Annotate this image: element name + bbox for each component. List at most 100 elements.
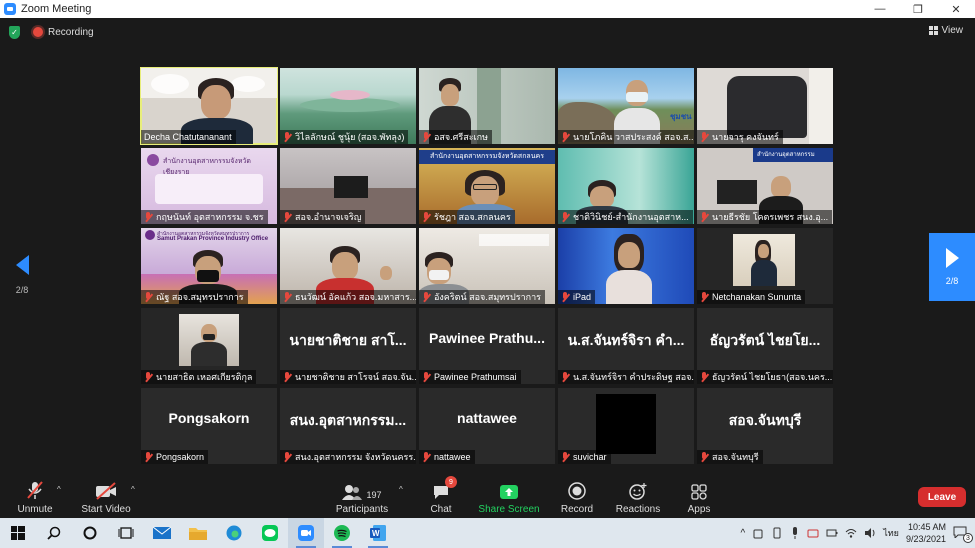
muted-mic-icon bbox=[561, 452, 569, 462]
svg-text:W: W bbox=[372, 529, 380, 538]
cortana-button[interactable] bbox=[72, 518, 108, 548]
task-view-button[interactable] bbox=[108, 518, 144, 548]
participant-tile[interactable]: nattawee nattawee bbox=[419, 388, 555, 464]
muted-mic-icon bbox=[561, 132, 569, 142]
participant-display-name: ธัญวรัตน์ ไชยโย... bbox=[709, 332, 821, 348]
muted-mic-icon bbox=[700, 292, 708, 302]
record-button[interactable]: Record bbox=[558, 480, 596, 515]
window-title: Zoom Meeting bbox=[21, 3, 92, 15]
participant-tile[interactable]: นายชาติชาย สาโ... นายชาติชาย สาโรจน์ สอจ… bbox=[280, 308, 416, 384]
taskbar-line[interactable] bbox=[252, 518, 288, 548]
minimize-button[interactable]: — bbox=[861, 0, 899, 18]
system-tray: ^ ไทย 10:45 AM 9/23/2021 3 bbox=[741, 518, 975, 548]
participant-name-label: Pongsakorn bbox=[141, 450, 209, 464]
next-page-button[interactable]: 2/8 bbox=[929, 233, 975, 301]
view-button[interactable]: View bbox=[928, 25, 963, 36]
participant-tile[interactable]: ธัญวรัตน์ ไชยโย... ธัญวรัตน์ ไชยโยธา(สอจ… bbox=[697, 308, 833, 384]
taskbar-word[interactable]: W bbox=[360, 518, 396, 548]
start-video-button[interactable]: Start Video bbox=[78, 480, 134, 515]
windows-start-button[interactable] bbox=[0, 518, 36, 548]
volume-icon[interactable] bbox=[864, 527, 876, 539]
page-indicator-right: 2/8 bbox=[945, 276, 959, 286]
meeting-toolbar: Unmute ^ Start Video ^ 197 Participants … bbox=[0, 474, 975, 518]
participant-tile[interactable]: Decha Chatutananant bbox=[140, 67, 278, 145]
previous-page-button[interactable]: 2/8 bbox=[10, 255, 34, 295]
participant-tile[interactable]: นายสาธิต เหอศเกียรติกุล bbox=[141, 308, 277, 384]
participant-tile[interactable]: อสจ.ศรีสะเกษ bbox=[419, 68, 555, 144]
taskbar-zoom[interactable] bbox=[288, 518, 324, 548]
maximize-button[interactable]: ❐ bbox=[899, 0, 937, 18]
unmute-button[interactable]: Unmute bbox=[16, 480, 54, 515]
onedrive-icon[interactable] bbox=[752, 527, 764, 539]
taskbar-edge[interactable] bbox=[216, 518, 252, 548]
participant-tile[interactable]: สำนักงานอุตสาหกรรมจังหวัดเชียงราย กฤษนัน… bbox=[141, 148, 277, 224]
muted-mic-icon bbox=[144, 212, 152, 222]
reactions-label: Reactions bbox=[615, 504, 661, 515]
participant-name-label: นายธีรชัย โคตรเพชร สนง.อุ... bbox=[697, 210, 833, 224]
reactions-button[interactable]: Reactions bbox=[612, 480, 664, 515]
clock-time: 10:45 AM bbox=[907, 522, 946, 532]
participant-display-name: น.ส.จันทร์จิรา คำ... bbox=[567, 332, 685, 348]
participant-tile[interactable]: Pongsakorn Pongsakorn bbox=[141, 388, 277, 464]
participant-tile[interactable]: iPad bbox=[558, 228, 694, 304]
taskbar-spotify[interactable] bbox=[324, 518, 360, 548]
participant-tile[interactable]: สำนักงานอุตสาหกรรมจังหวัดสกลนคร รัชฎา สอ… bbox=[419, 148, 555, 224]
taskbar-file-explorer[interactable] bbox=[180, 518, 216, 548]
banner-text: ชุมชน bbox=[670, 112, 692, 121]
leave-meeting-button[interactable]: Leave bbox=[918, 487, 966, 507]
muted-mic-icon bbox=[144, 292, 152, 302]
mail-icon bbox=[153, 526, 171, 539]
participant-tile[interactable]: สอจ.อำนาจเจริญ bbox=[280, 148, 416, 224]
notification-center-button[interactable]: 3 bbox=[953, 526, 973, 543]
participants-button[interactable]: 197 Participants bbox=[334, 480, 390, 515]
participant-tile[interactable]: Pawinee Prathu... Pawinee Prathumsai bbox=[419, 308, 555, 384]
share-screen-button[interactable]: Share Screen bbox=[478, 480, 540, 515]
close-button[interactable]: ✕ bbox=[937, 0, 975, 18]
battery-icon[interactable] bbox=[826, 527, 838, 539]
chat-button[interactable]: 9 Chat bbox=[424, 476, 458, 515]
participant-tile[interactable]: สอจ.จันทบุรี สอจ.จันทบุรี bbox=[697, 388, 833, 464]
recording-indicator[interactable]: Recording bbox=[33, 27, 94, 38]
banner-subtext: Samut Prakan Province Industry Office bbox=[157, 236, 269, 242]
taskbar-mail[interactable] bbox=[144, 518, 180, 548]
participant-tile[interactable]: suvichar bbox=[558, 388, 694, 464]
wifi-icon[interactable] bbox=[845, 527, 857, 539]
participant-tile[interactable]: วิไลลักษณ์ ชูนุ้ย (สอจ.พัทลุง) bbox=[280, 68, 416, 144]
microphone-tray-icon[interactable] bbox=[790, 527, 800, 539]
muted-mic-icon bbox=[561, 372, 569, 382]
video-options-caret-icon[interactable]: ^ bbox=[131, 485, 135, 494]
participant-name-label: ธัญวรัตน์ ไชยโยธา(สอจ.นคร... bbox=[697, 370, 833, 384]
search-button[interactable] bbox=[36, 518, 72, 548]
input-language-indicator[interactable]: ไทย bbox=[883, 526, 899, 540]
participant-tile[interactable]: น.ส.จันทร์จิรา คำ... น.ส.จันทร์จิรา คำปร… bbox=[558, 308, 694, 384]
participant-name-label: อสจ.ศรีสะเกษ bbox=[419, 130, 493, 144]
participant-tile[interactable]: สำนักงานอุตสาหกรรม นายธีรชัย โคตรเพชร สน… bbox=[697, 148, 833, 224]
edge-browser-icon bbox=[226, 525, 242, 541]
emoji-reaction-icon bbox=[629, 483, 647, 500]
participant-name-label: กฤษนันท์ อุตสาหกรรม จ.ชร bbox=[141, 210, 268, 224]
participant-display-name: นายชาติชาย สาโ... bbox=[289, 332, 407, 348]
participant-tile[interactable]: นายจารุ คงจันทร์ bbox=[697, 68, 833, 144]
participant-tile[interactable]: ธนวัฒน์ อัคแก้ว สอจ.มหาสาร... bbox=[280, 228, 416, 304]
usb-device-icon[interactable] bbox=[771, 527, 783, 539]
participant-tile[interactable]: อังคริตน์ สอจ.สมุทรปราการ bbox=[419, 228, 555, 304]
camera-tray-icon[interactable] bbox=[807, 527, 819, 539]
apps-button[interactable]: Apps bbox=[684, 480, 714, 515]
security-shield-icon[interactable]: ✓ bbox=[9, 25, 20, 39]
participant-tile[interactable]: สนง.อุตสาหกรรม... สนง.อุตสาหกรรม จังหวัด… bbox=[280, 388, 416, 464]
participant-tile[interactable]: ชาติวินิชย์-สำนักงานอุตสาห... bbox=[558, 148, 694, 224]
record-label: Record bbox=[560, 504, 594, 515]
participant-tile[interactable]: สำนักงานอุตสาหกรรมจังหวัดสมุทรปราการ Sam… bbox=[141, 228, 277, 304]
audio-options-caret-icon[interactable]: ^ bbox=[57, 485, 61, 494]
participant-tile[interactable]: Netchanakan Sununta bbox=[697, 228, 833, 304]
unmute-label: Unmute bbox=[17, 504, 53, 515]
participant-name-label: iPad bbox=[558, 290, 596, 304]
muted-mic-icon bbox=[422, 212, 430, 222]
participants-options-caret-icon[interactable]: ^ bbox=[399, 485, 403, 494]
spotify-icon bbox=[334, 525, 350, 541]
participant-tile[interactable]: ชุมชน นายโภคิน วาสประสงค์ สอจ.ส... bbox=[558, 68, 694, 144]
show-hidden-icons-chevron-icon[interactable]: ^ bbox=[741, 528, 746, 539]
windows-logo-icon bbox=[11, 526, 25, 540]
zoom-app-icon bbox=[4, 3, 16, 15]
taskbar-clock[interactable]: 10:45 AM 9/23/2021 bbox=[906, 521, 946, 545]
